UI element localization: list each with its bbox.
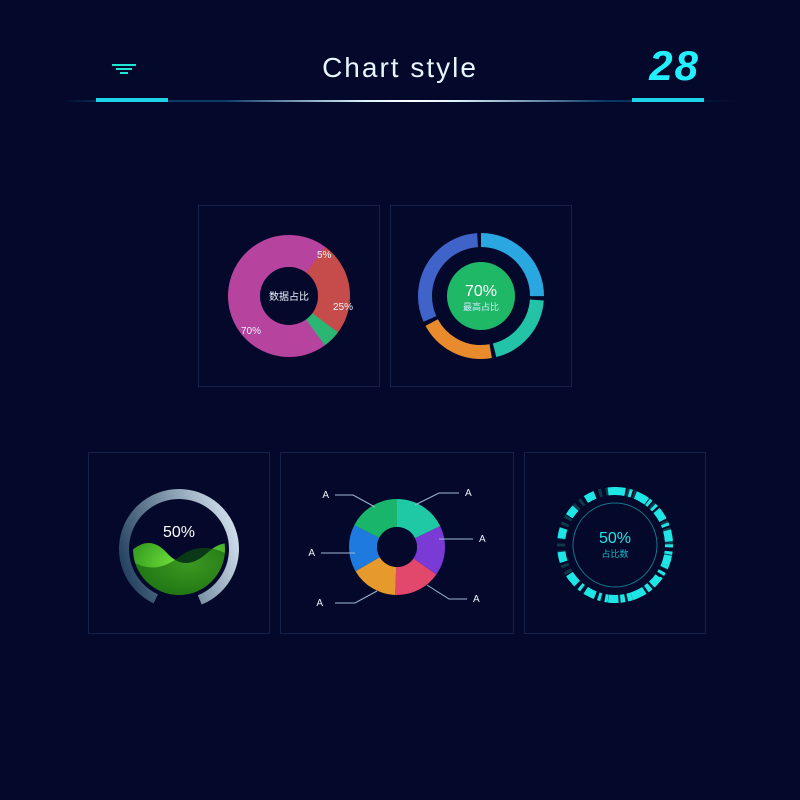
donut1-slice-label-2: 70% — [241, 326, 261, 337]
donut2-center-label: 最高占比 — [463, 301, 499, 312]
donut4-label-0: A — [465, 488, 472, 499]
header-accent-right — [632, 98, 704, 102]
donut4-label-5: A — [322, 490, 329, 501]
donut1-slice-label-1: 25% — [333, 302, 353, 313]
chart-card-gauge-dotted: 50% 占比数 — [524, 452, 706, 634]
header: Chart style 28 — [0, 48, 800, 120]
donut4-label-3: A — [316, 598, 323, 609]
chart-card-donut-double-ring: 70% 最高占比 — [390, 205, 572, 387]
donut4-label-1: A — [479, 534, 486, 545]
donut-chart-double-ring: 70% 最高占比 — [391, 206, 571, 386]
gauge5-label: 占比数 — [601, 548, 628, 559]
gauge5-value: 50% — [599, 530, 631, 547]
gauge3-value: 50% — [163, 524, 195, 541]
donut4-label-2: A — [473, 594, 480, 605]
donut4-label-4: A — [308, 548, 315, 559]
gauge-dotted: 50% 占比数 — [525, 453, 705, 633]
donut1-slice-label-0: 5% — [317, 250, 332, 261]
chart-card-donut-basic: 数据占比 5% 25% 70% — [198, 205, 380, 387]
donut2-center-value: 70% — [465, 283, 497, 300]
donut1-center-label: 数据占比 — [269, 290, 309, 303]
page-number: 28 — [649, 42, 700, 90]
page: Chart style 28 数据占比 5% 25% 70% — [0, 0, 800, 800]
chart-card-gauge-liquid: 50% — [88, 452, 270, 634]
gauge-liquid: 50% — [89, 453, 269, 633]
chart-card-donut-labeled: A A A A A A — [280, 452, 514, 634]
donut-chart-basic: 数据占比 5% 25% 70% — [199, 206, 379, 386]
donut-chart-labeled: A A A A A A — [281, 453, 513, 633]
header-accent-left — [96, 98, 168, 102]
